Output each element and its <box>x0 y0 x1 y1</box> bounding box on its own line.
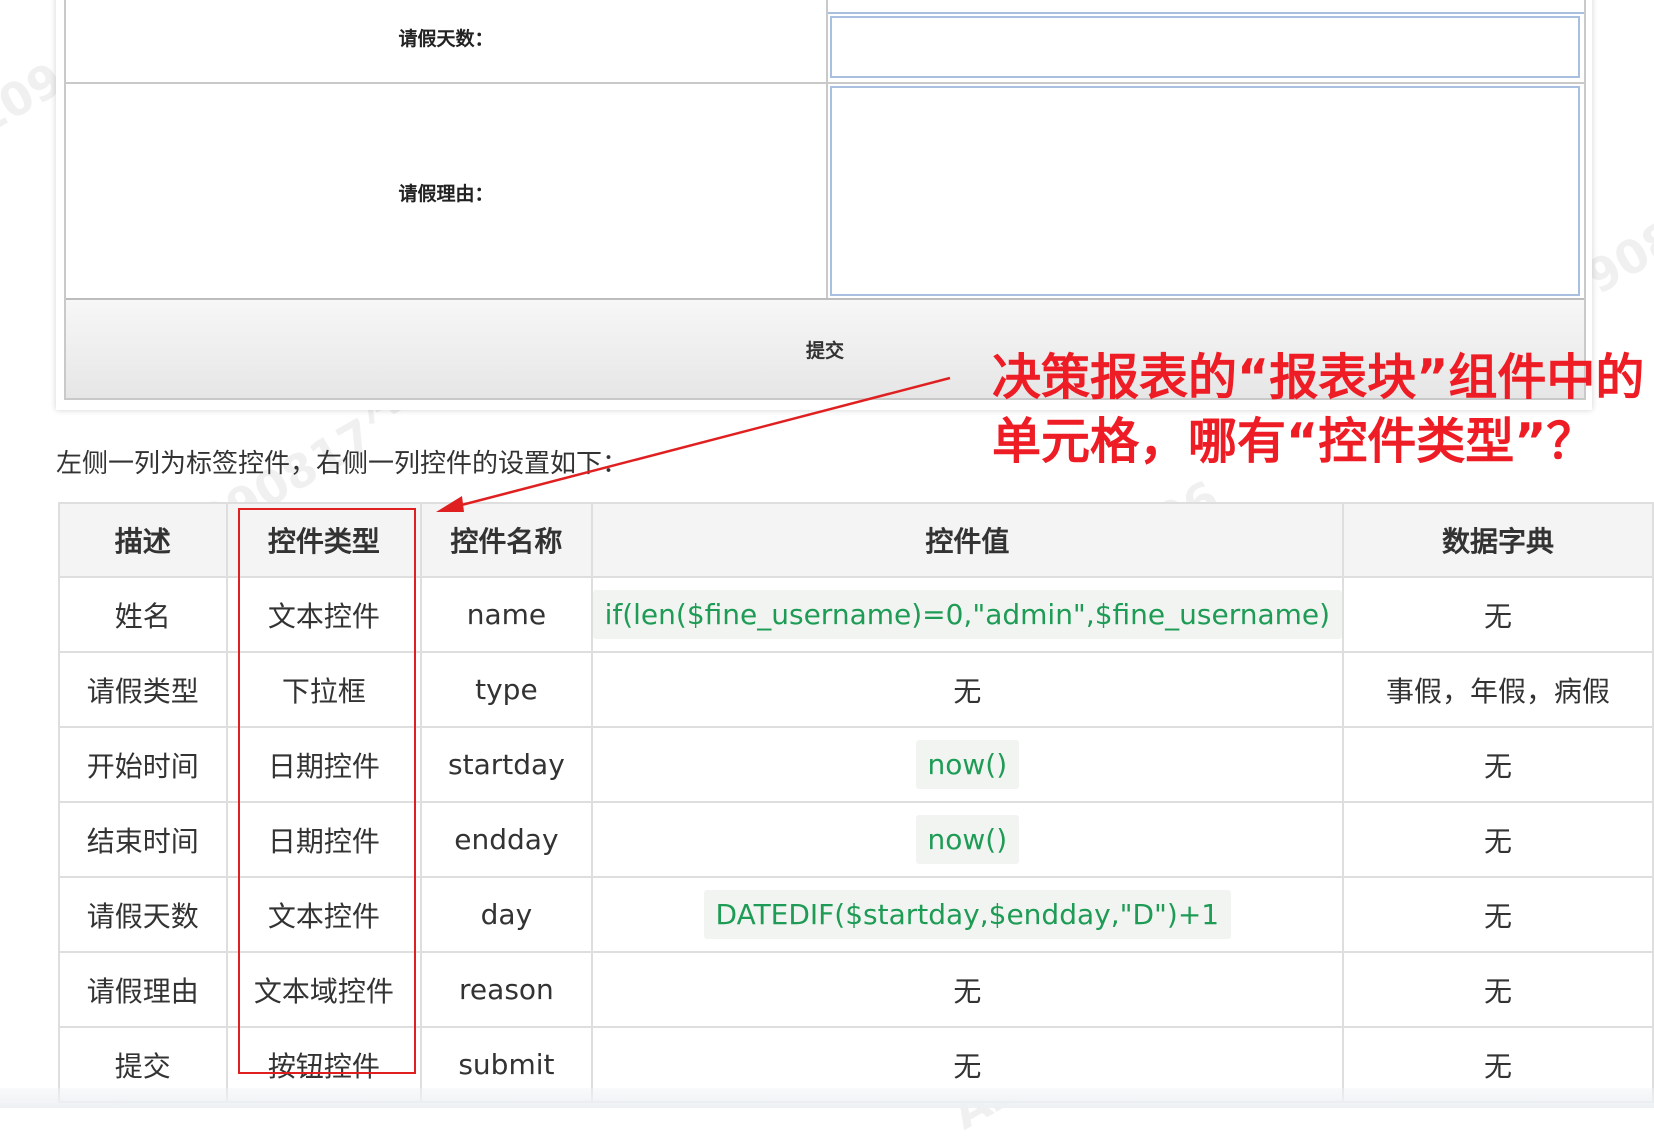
cell-value: 无 <box>590 651 1345 728</box>
highlight-box <box>238 508 416 1074</box>
form-field-prev-bottom <box>828 0 1584 14</box>
form-label: 请假天数： <box>66 0 828 82</box>
cell-desc: 请假类型 <box>58 651 228 728</box>
cell-dict: 无 <box>1342 876 1654 953</box>
cell-value: DATEDIF($startday,$endday,"D")+1 <box>590 876 1345 953</box>
cell-dict: 无 <box>1342 951 1654 1028</box>
cell-desc: 结束时间 <box>58 801 228 878</box>
form-grid: 请假天数： 请假理由： 提交 <box>64 0 1586 400</box>
cell-name: reason <box>420 951 593 1028</box>
column-header: 控件名称 <box>420 502 593 578</box>
cell-desc: 请假天数 <box>58 876 228 953</box>
cell-value: now() <box>590 726 1345 803</box>
cell-desc: 姓名 <box>58 576 228 653</box>
cell-value: if(len($fine_username)=0,"admin",$fine_u… <box>590 576 1345 653</box>
bottom-fade <box>0 1088 1654 1108</box>
column-header: 数据字典 <box>1342 502 1654 578</box>
cell-dict: 事假，年假，病假 <box>1342 651 1654 728</box>
cell-name: name <box>420 576 593 653</box>
cell-dict: 无 <box>1342 726 1654 803</box>
code-value: if(len($fine_username)=0,"admin",$fine_u… <box>592 590 1343 639</box>
cell-desc: 开始时间 <box>58 726 228 803</box>
cell-name: endday <box>420 801 593 878</box>
cell-name: day <box>420 876 593 953</box>
annotation-line: 单元格，哪有“控件类型”？ <box>992 413 1596 470</box>
cell-value: now() <box>590 801 1345 878</box>
cell-value: 无 <box>590 951 1345 1028</box>
code-value: now() <box>915 815 1020 864</box>
days-input[interactable] <box>830 16 1580 78</box>
caption-text: 左侧一列为标签控件，右侧一列控件的设置如下： <box>56 449 629 479</box>
code-value: DATEDIF($startday,$endday,"D")+1 <box>703 890 1232 939</box>
reason-textarea[interactable] <box>830 86 1580 296</box>
annotation-text: 决策报表的“报表块”组件中的 单元格，哪有“控件类型”？ <box>992 346 1652 474</box>
form-row-days: 请假天数： <box>66 0 1584 84</box>
column-header: 描述 <box>58 502 228 578</box>
cell-desc: 请假理由 <box>58 951 228 1028</box>
cell-dict: 无 <box>1342 576 1654 653</box>
annotation-line: 决策报表的“报表块”组件中的 <box>992 349 1645 406</box>
code-value: now() <box>915 740 1020 789</box>
cell-dict: 无 <box>1342 801 1654 878</box>
form-label: 请假理由： <box>66 84 828 300</box>
cell-name: type <box>420 651 593 728</box>
column-header: 控件值 <box>590 502 1345 578</box>
cell-name: startday <box>420 726 593 803</box>
form-row-reason: 请假理由： <box>66 84 1584 302</box>
